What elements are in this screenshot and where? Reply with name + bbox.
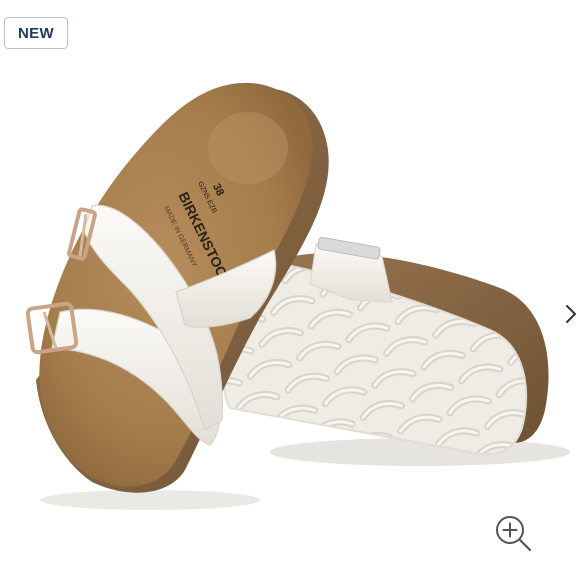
chevron-right-icon	[566, 305, 576, 323]
zoom-in-icon	[496, 516, 532, 552]
next-image-button[interactable]	[562, 298, 580, 330]
product-image: BIRKENSTOCK MADE IN GERMANY 38 GZN5 EZB	[25, 82, 570, 510]
new-badge-label: NEW	[18, 24, 54, 42]
zoom-button[interactable]	[492, 512, 536, 556]
product-gallery: BIRKENSTOCK MADE IN GERMANY 38 GZN5 EZB …	[0, 0, 580, 580]
heel-cup	[208, 112, 288, 184]
shadow	[40, 490, 260, 510]
new-badge: NEW	[4, 17, 68, 49]
